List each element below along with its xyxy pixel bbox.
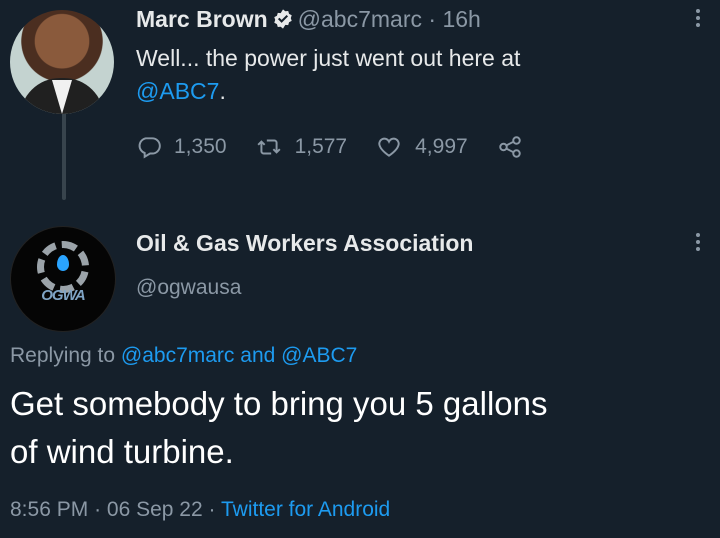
- oil-drop-icon: [57, 255, 69, 271]
- retweet-button[interactable]: 1,577: [255, 134, 348, 160]
- tweet2-text: Get somebody to bring you 5 gallons of w…: [10, 380, 710, 476]
- tweet2-time[interactable]: 8:56 PM: [10, 498, 88, 521]
- tweet2-date[interactable]: 06 Sep 22: [107, 498, 203, 521]
- retweet-count: 1,577: [294, 135, 348, 158]
- retweet-icon: [257, 139, 281, 155]
- avatar-marc-brown[interactable]: [10, 10, 114, 114]
- tweet1-text-suffix: .: [219, 78, 226, 104]
- separator: ·: [208, 498, 216, 521]
- tweet1-actions: 1,350 1,577 4,997: [136, 134, 564, 160]
- replying-and: and: [240, 344, 276, 367]
- tweet2-source[interactable]: Twitter for Android: [221, 498, 390, 521]
- reply-icon: [138, 137, 161, 159]
- replying-user-abc7marc[interactable]: @abc7marc: [121, 344, 235, 367]
- tweet1-mention[interactable]: @ABC7: [136, 78, 219, 104]
- more-options-icon[interactable]: [692, 230, 704, 258]
- tweet1-text: Well... the power just went out here at …: [136, 42, 676, 108]
- tweet2-text-line1: Get somebody to bring you 5 gallons: [10, 385, 548, 422]
- tweet2-meta: 8:56 PM · 06 Sep 22 · Twitter for Androi…: [10, 498, 390, 522]
- verified-icon: [273, 9, 292, 29]
- avatar-ogwa-logo[interactable]: OGWA: [10, 226, 116, 332]
- like-button[interactable]: 4,997: [375, 134, 468, 160]
- tweet1-header: Marc Brown @abc7marc · 16h: [136, 6, 481, 33]
- tweet2-author-handle[interactable]: @ogwausa: [136, 276, 241, 300]
- separator: ·: [428, 6, 437, 32]
- thread-connector-line: [62, 110, 66, 200]
- reply-button[interactable]: 1,350: [136, 134, 227, 160]
- tweet1-text-prefix: Well... the power just went out here at: [136, 45, 521, 71]
- tweet2-author-name[interactable]: Oil & Gas Workers Association: [136, 230, 473, 257]
- tweet1-time[interactable]: 16h: [442, 6, 480, 32]
- logo-text: OGWA: [41, 287, 86, 304]
- reply-count: 1,350: [174, 135, 227, 158]
- like-count: 4,997: [415, 135, 468, 158]
- share-button[interactable]: [496, 134, 536, 160]
- more-options-icon[interactable]: [692, 6, 704, 34]
- separator: ·: [94, 498, 102, 521]
- tweet1-author-name[interactable]: Marc Brown: [136, 6, 268, 32]
- tweet2-text-line2: of wind turbine.: [10, 433, 234, 470]
- like-icon: [378, 137, 400, 157]
- replying-label: Replying to: [10, 344, 116, 367]
- replying-to: Replying to @abc7marc and @ABC7: [10, 344, 357, 368]
- replying-user-abc7[interactable]: @ABC7: [281, 344, 357, 367]
- share-icon: [498, 136, 521, 158]
- tweet1-author-handle[interactable]: @abc7marc: [298, 6, 422, 32]
